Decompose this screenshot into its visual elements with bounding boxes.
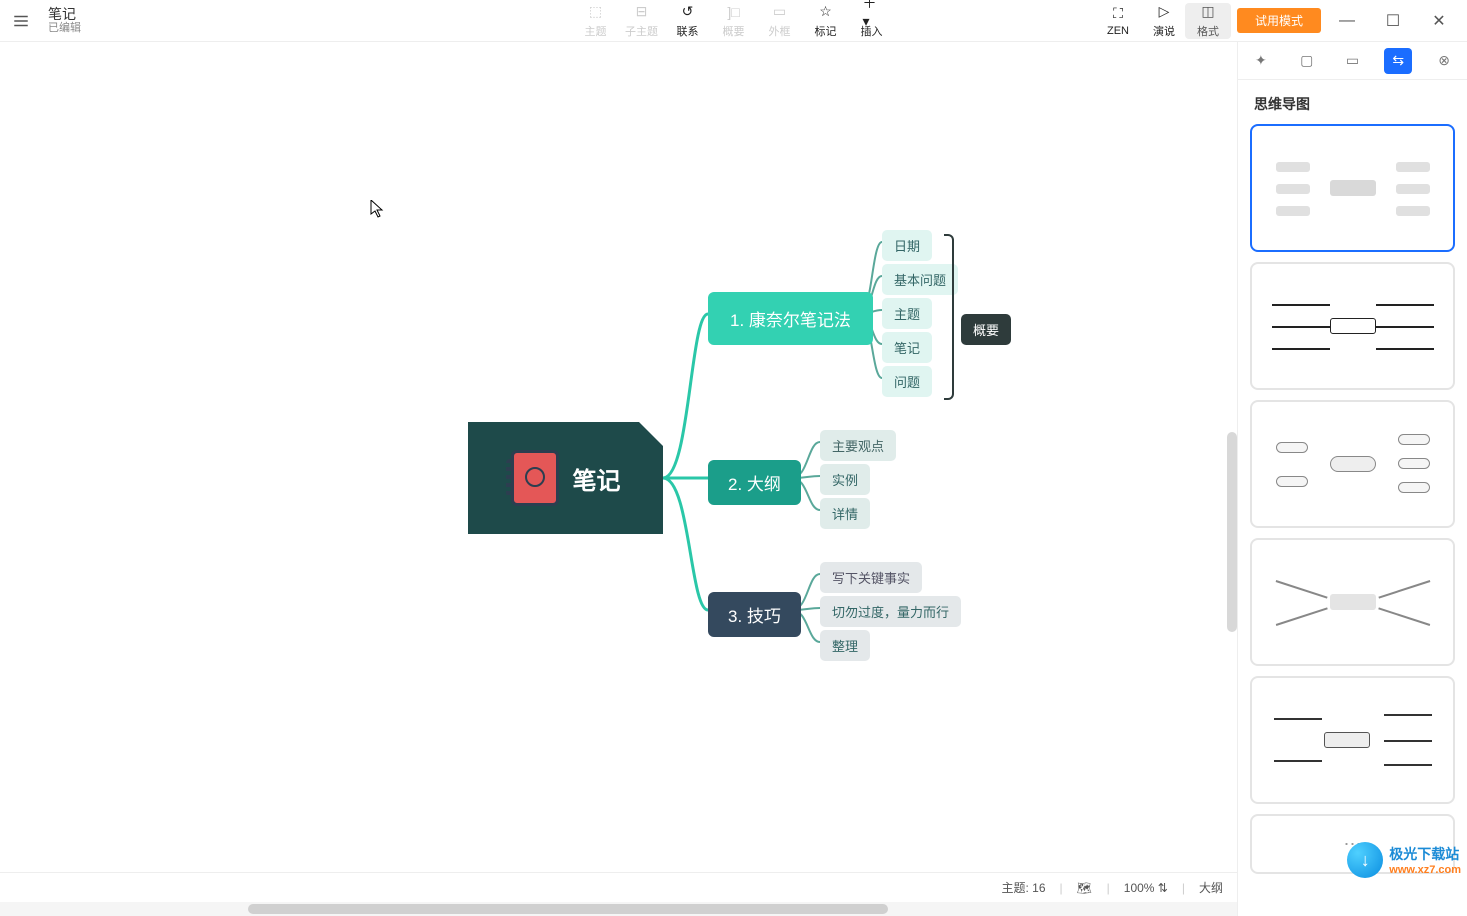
- watermark-logo-icon: ↓: [1347, 842, 1383, 878]
- tool-pitch[interactable]: ▷演说: [1141, 3, 1187, 39]
- toolbar-right: ⛶ZEN ▷演说: [1095, 3, 1187, 39]
- structure-option-5[interactable]: [1250, 676, 1455, 804]
- branch-2[interactable]: 2. 大纲: [708, 460, 801, 505]
- tool-zen[interactable]: ⛶ZEN: [1095, 3, 1141, 39]
- rtab-style-icon[interactable]: ✦: [1247, 48, 1275, 74]
- rtab-more-icon[interactable]: ⊗: [1430, 48, 1458, 74]
- tool-relation[interactable]: ↺联系: [665, 3, 711, 39]
- horizontal-scrollbar[interactable]: [0, 902, 1237, 916]
- menu-button[interactable]: [0, 12, 42, 30]
- top-toolbar: 笔记 已编辑 ⬚主题 ⊟子主题 ↺联系 ]□概要 ▭外框 ☆标记 ＋▾插入 ⛶Z…: [0, 0, 1467, 42]
- mouse-cursor: [370, 200, 384, 223]
- right-panel: ✦ ▢ ▭ ⇆ ⊗ 思维导图: [1237, 42, 1467, 916]
- leaf-main-point[interactable]: 主要观点: [820, 430, 896, 461]
- tool-summary[interactable]: ]□概要: [711, 3, 757, 39]
- leaf-date[interactable]: 日期: [882, 230, 932, 261]
- trial-button[interactable]: 试用模式: [1237, 8, 1321, 33]
- leaf-topic[interactable]: 主题: [882, 298, 932, 329]
- watermark-url: www.xz7.com: [1389, 864, 1461, 876]
- branch-1[interactable]: 1. 康奈尔笔记法: [708, 292, 873, 345]
- tool-insert[interactable]: ＋▾插入: [849, 3, 895, 39]
- summary-bracket: [944, 234, 954, 400]
- file-status: 已编辑: [48, 22, 81, 35]
- leaf-key-fact[interactable]: 写下关键事实: [820, 562, 922, 593]
- summary-node[interactable]: 概要: [961, 314, 1011, 345]
- branch-3[interactable]: 3. 技巧: [708, 592, 801, 637]
- leaf-example[interactable]: 实例: [820, 464, 870, 495]
- status-bar: 主题: 16 | 🗺 | 100% ⇅ | 大纲: [0, 872, 1237, 902]
- toolbar-far-right: ◫格式 试用模式 — ☐ ✕: [1185, 3, 1459, 39]
- leaf-question[interactable]: 问题: [882, 366, 932, 397]
- structure-option-4[interactable]: [1250, 538, 1455, 666]
- root-topic[interactable]: 笔记: [468, 422, 663, 534]
- right-panel-tabs: ✦ ▢ ▭ ⇆ ⊗: [1238, 42, 1467, 80]
- tool-topic[interactable]: ⬚主题: [573, 3, 619, 39]
- leaf-note[interactable]: 笔记: [882, 332, 932, 363]
- rtab-structure-icon[interactable]: ⇆: [1384, 48, 1412, 74]
- leaf-detail[interactable]: 详情: [820, 498, 870, 529]
- notebook-icon: [511, 450, 559, 506]
- rtab-note-icon[interactable]: ▭: [1338, 48, 1366, 74]
- rtab-play-icon[interactable]: ▢: [1293, 48, 1321, 74]
- watermark-site: 极光下载站: [1389, 844, 1461, 864]
- tool-subtopic[interactable]: ⊟子主题: [619, 3, 665, 39]
- leaf-moderate[interactable]: 切勿过度，量力而行: [820, 596, 961, 627]
- map-icon[interactable]: 🗺: [1077, 880, 1093, 896]
- watermark: ↓ 极光下载站 www.xz7.com: [1347, 842, 1461, 878]
- window-minimize[interactable]: —: [1327, 6, 1367, 36]
- structure-option-3[interactable]: [1250, 400, 1455, 528]
- status-topic-count: 主题: 16: [1001, 879, 1045, 896]
- tool-boundary[interactable]: ▭外框: [757, 3, 803, 39]
- right-panel-title: 思维导图: [1238, 80, 1467, 124]
- vertical-scroll-hint[interactable]: [1227, 432, 1237, 632]
- view-mode[interactable]: 大纲: [1199, 879, 1223, 896]
- structure-thumbnails: ⋯: [1238, 124, 1467, 916]
- file-title: 笔记: [48, 6, 81, 23]
- canvas[interactable]: 笔记 1. 康奈尔笔记法 2. 大纲 3. 技巧 日期 基本问题 主题 笔记 问…: [0, 42, 1237, 916]
- structure-option-1[interactable]: [1250, 124, 1455, 252]
- tool-format[interactable]: ◫格式: [1185, 3, 1231, 39]
- window-close[interactable]: ✕: [1419, 6, 1459, 36]
- file-title-area: 笔记 已编辑: [48, 6, 81, 36]
- structure-option-2[interactable]: [1250, 262, 1455, 390]
- leaf-organize[interactable]: 整理: [820, 630, 870, 661]
- zoom-level[interactable]: 100% ⇅: [1124, 881, 1168, 895]
- tool-marker[interactable]: ☆标记: [803, 3, 849, 39]
- window-maximize[interactable]: ☐: [1373, 6, 1413, 36]
- root-label: 笔记: [573, 461, 621, 496]
- toolbar-center: ⬚主题 ⊟子主题 ↺联系 ]□概要 ▭外框 ☆标记 ＋▾插入: [573, 3, 895, 39]
